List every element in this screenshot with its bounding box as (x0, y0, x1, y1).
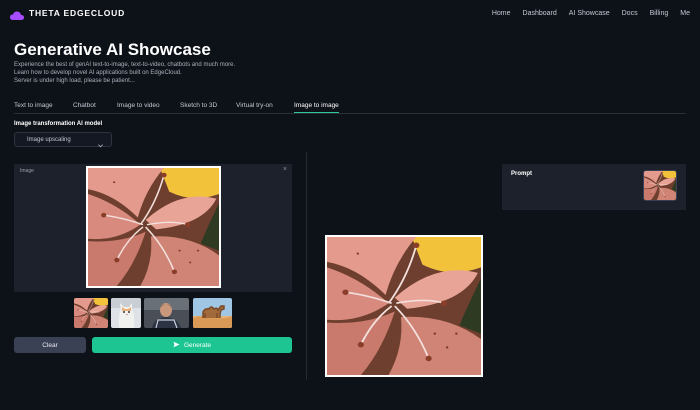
tab-image-to-video[interactable]: Image to video (117, 102, 160, 109)
input-image-preview (86, 166, 221, 288)
server-status-line: Server is under high load, please be pat… (14, 78, 135, 84)
brand-logo[interactable]: THETA EDGECLOUD (10, 8, 126, 20)
tab-image-to-image[interactable]: Image to image (294, 102, 339, 113)
panel-divider (306, 152, 307, 380)
clear-button[interactable]: Clear (14, 337, 86, 353)
thumbnail-kitten[interactable] (111, 298, 141, 328)
generate-label: Generate (183, 341, 212, 349)
prompt-label: Prompt (511, 171, 532, 177)
chevron-down-icon (97, 136, 104, 154)
image-input-panel[interactable]: Image × (14, 164, 292, 292)
description-line: Experience the best of genAI text-to-ima… (14, 62, 236, 68)
showcase-tabs: Text to image Chatbot Image to video Ske… (14, 102, 686, 114)
prompt-card: Prompt (502, 164, 686, 210)
output-image (325, 235, 483, 377)
tab-sketch-to-3d[interactable]: Sketch to 3D (180, 102, 217, 109)
page-description: Experience the best of genAI text-to-ima… (14, 61, 235, 85)
tab-virtual-try-on[interactable]: Virtual try-on (236, 102, 273, 109)
image-label: Image (20, 168, 34, 174)
close-icon[interactable]: × (283, 166, 287, 173)
nav-ai-showcase[interactable]: AI Showcase (569, 10, 610, 17)
tab-text-to-image[interactable]: Text to image (14, 102, 53, 109)
send-icon (173, 341, 180, 350)
top-nav: THETA EDGECLOUD Home Dashboard AI Showca… (0, 0, 700, 28)
generate-button[interactable]: Generate (92, 337, 292, 353)
nav-home[interactable]: Home (492, 10, 511, 17)
nav-me[interactable]: Me (680, 10, 690, 17)
nav-dashboard[interactable]: Dashboard (523, 10, 557, 17)
nav-links: Home Dashboard AI Showcase Docs Billing … (492, 10, 690, 17)
prompt-image-thumbnail[interactable] (643, 170, 677, 201)
nav-docs[interactable]: Docs (622, 10, 638, 17)
brand-name: THETA EDGECLOUD (29, 8, 126, 18)
theta-cloud-icon (10, 8, 24, 20)
thumbnail-person[interactable] (144, 298, 189, 328)
model-select-value: Image upscaling (27, 137, 71, 143)
tab-chatbot[interactable]: Chatbot (73, 102, 96, 109)
thumbnail-camel[interactable] (193, 298, 232, 328)
thumbnail-lily[interactable] (74, 298, 108, 328)
nav-billing[interactable]: Billing (650, 10, 669, 17)
model-select[interactable]: Image upscaling (14, 132, 112, 148)
model-label: Image transformation AI model (14, 121, 103, 127)
page-title: Generative AI Showcase (14, 40, 211, 59)
description-line: Learn how to develop novel AI applicatio… (14, 70, 182, 76)
